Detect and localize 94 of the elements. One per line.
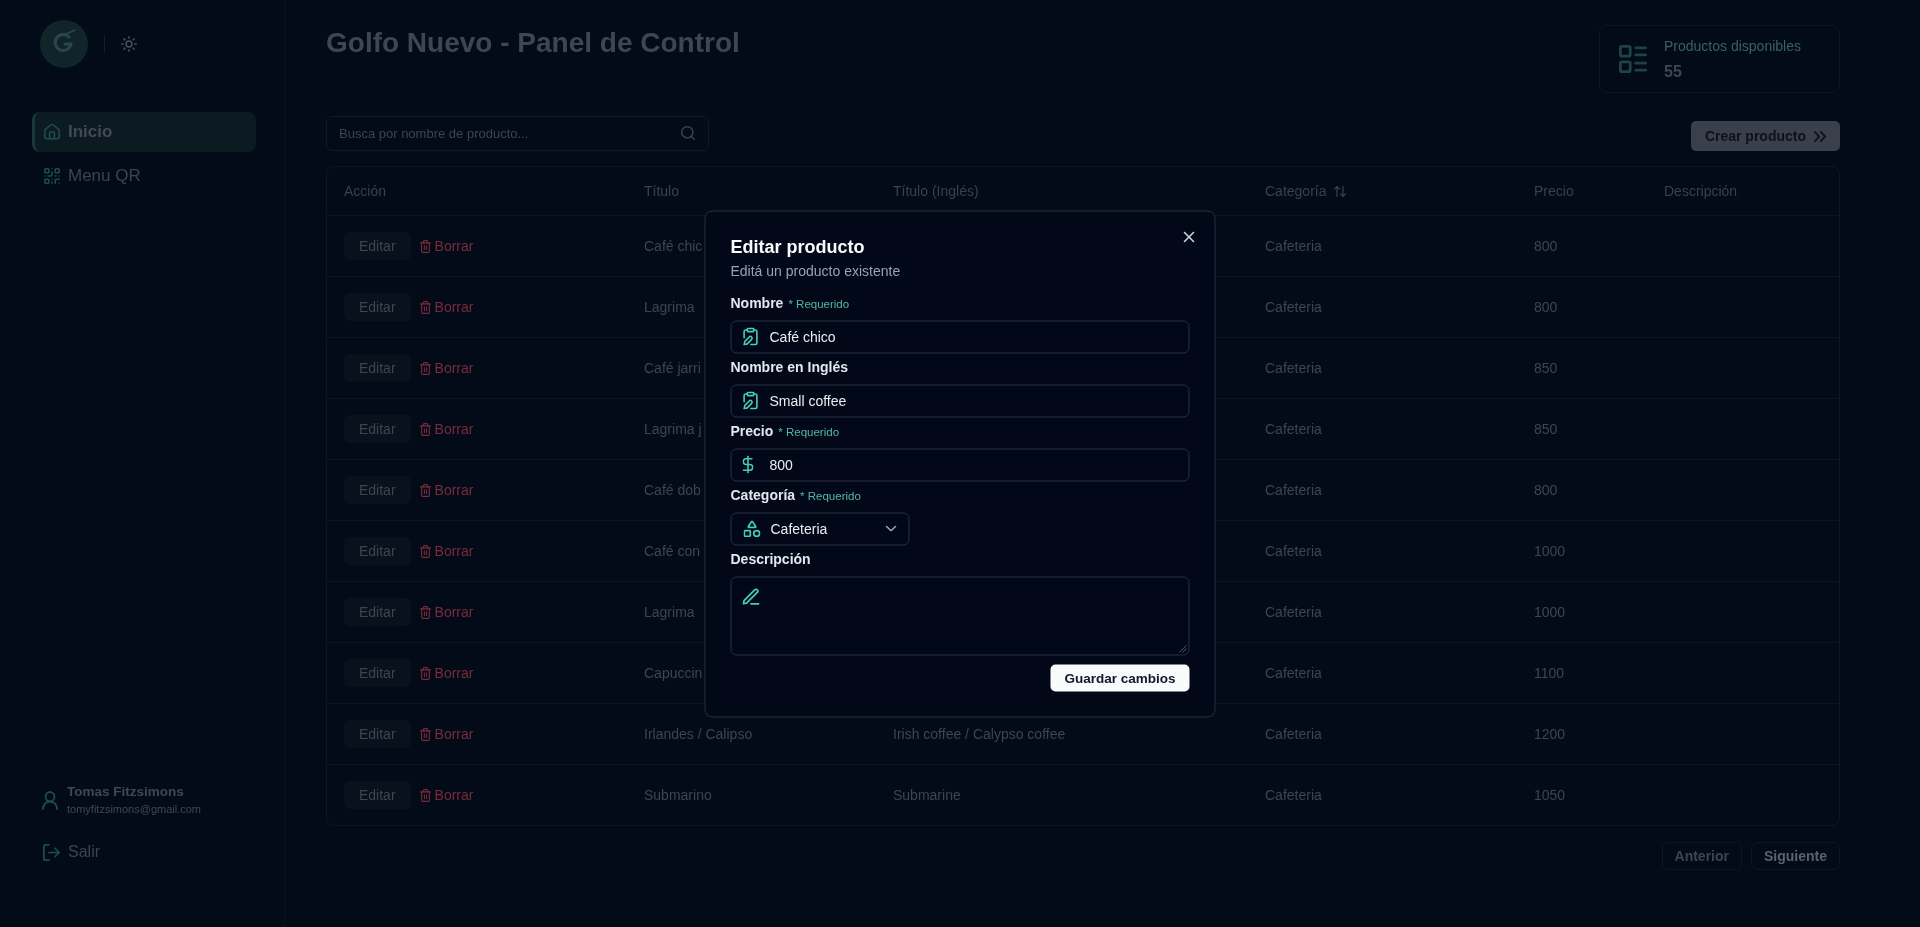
table-cell: Cafeteria bbox=[1265, 482, 1322, 498]
dialog-subtitle: Editá un producto existente bbox=[730, 261, 902, 280]
table-cell: Lagrima bbox=[644, 604, 695, 620]
text-field[interactable]: Café chico bbox=[730, 320, 1190, 353]
table-cell: 1200 bbox=[1534, 726, 1566, 742]
user-icon bbox=[42, 790, 58, 810]
trash-icon bbox=[419, 239, 431, 253]
table-cell: Submarine bbox=[893, 787, 961, 803]
required-note: * Requerido bbox=[788, 297, 850, 309]
table-cell: Cafeteria bbox=[1265, 665, 1322, 681]
trash-icon bbox=[419, 361, 431, 375]
table-cell: 800 bbox=[1534, 238, 1558, 254]
description-field[interactable] bbox=[730, 576, 1190, 655]
table-cell: Cafeteria bbox=[1265, 421, 1322, 437]
table-cell: Cafeteria bbox=[1265, 604, 1322, 620]
delete-button[interactable]: Borrar bbox=[415, 232, 478, 260]
field-label: Nombre en Inglés bbox=[730, 358, 848, 374]
field-label: Categoría bbox=[730, 486, 796, 502]
chevrons-right-icon bbox=[1814, 130, 1826, 142]
home-icon bbox=[44, 124, 60, 140]
user-email: tomyfitzsimons@gmail.com bbox=[67, 802, 202, 817]
delete-button[interactable]: Borrar bbox=[415, 659, 478, 687]
user-name: Tomas Fitzsimons bbox=[67, 783, 185, 801]
delete-button[interactable]: Borrar bbox=[415, 720, 478, 748]
list-icon bbox=[1619, 45, 1647, 73]
delete-button[interactable]: Borrar bbox=[415, 293, 478, 321]
delete-button[interactable]: Borrar bbox=[415, 415, 478, 443]
qr-code-icon bbox=[44, 168, 60, 184]
logo-icon bbox=[40, 20, 88, 68]
table-cell: 1000 bbox=[1534, 543, 1566, 559]
table-cell: 1050 bbox=[1534, 787, 1566, 803]
search-field[interactable]: Busca por nombre de producto... bbox=[326, 116, 709, 151]
sort-icon bbox=[1334, 185, 1347, 197]
field-label: Nombre bbox=[730, 294, 784, 310]
table-cell: Lagrima bbox=[644, 299, 695, 315]
trash-icon bbox=[419, 483, 431, 497]
table-cell: Submarino bbox=[644, 787, 712, 803]
table-cell: Café dob bbox=[644, 482, 701, 498]
text-field[interactable]: Small coffee bbox=[730, 384, 1190, 417]
trash-icon bbox=[419, 544, 431, 558]
logout-link[interactable]: Salir bbox=[32, 843, 100, 861]
table-cell: Cafeteria bbox=[1265, 299, 1322, 315]
save-button[interactable]: Guardar cambios bbox=[1050, 664, 1190, 691]
table-cell: Irish coffee / Calypso coffee bbox=[893, 726, 1066, 742]
clipboard-icon bbox=[742, 327, 759, 346]
delete-button[interactable]: Borrar bbox=[415, 781, 478, 809]
table-cell: Cafeteria bbox=[1265, 360, 1322, 376]
clipboard-icon bbox=[742, 391, 759, 410]
trash-icon bbox=[419, 300, 431, 314]
table-cell: Cafeteria bbox=[1265, 238, 1322, 254]
delete-button[interactable]: Borrar bbox=[415, 537, 478, 565]
delete-button[interactable]: Borrar bbox=[415, 476, 478, 504]
table-cell: Cafeteria bbox=[1265, 787, 1322, 803]
search-icon bbox=[681, 126, 695, 140]
trash-icon bbox=[419, 788, 431, 802]
field-label: Precio bbox=[730, 422, 774, 438]
trash-icon bbox=[419, 422, 431, 436]
table-cell: 850 bbox=[1534, 360, 1558, 376]
table-cell: 800 bbox=[1534, 482, 1558, 498]
required-note: * Requerido bbox=[778, 425, 840, 437]
table-cell: 1100 bbox=[1534, 665, 1565, 681]
table-cell: Café chic bbox=[644, 238, 703, 254]
table-cell: Capuccin bbox=[644, 665, 703, 681]
field-label: Descripción bbox=[730, 550, 811, 566]
table-cell: Café jarri bbox=[644, 360, 701, 376]
table-cell: 1000 bbox=[1534, 604, 1566, 620]
delete-button[interactable]: Borrar bbox=[415, 598, 478, 626]
table-cell: Cafeteria bbox=[1265, 543, 1322, 559]
resize-grip-icon bbox=[1178, 644, 1187, 652]
pencil-icon bbox=[742, 588, 760, 605]
theme-toggle-icon[interactable] bbox=[121, 36, 137, 52]
pagination-button[interactable]: Siguiente bbox=[1751, 842, 1840, 870]
close-icon[interactable] bbox=[1183, 231, 1195, 242]
table-cell: Lagrima j bbox=[644, 421, 702, 437]
stat-value: 55 bbox=[1664, 62, 1683, 82]
delete-button[interactable]: Borrar bbox=[415, 354, 478, 382]
shapes-icon bbox=[743, 520, 761, 537]
trash-icon bbox=[419, 605, 431, 619]
table-cell: Cafeteria bbox=[1265, 726, 1322, 742]
price-field[interactable]: 800 bbox=[730, 448, 1190, 481]
trash-icon bbox=[419, 727, 431, 741]
logout-icon bbox=[43, 843, 60, 861]
chevron-down-icon bbox=[885, 525, 897, 532]
page-title: Golfo Nuevo - Panel de Control bbox=[326, 26, 740, 60]
nav-item[interactable]: Menu QR bbox=[32, 156, 256, 196]
dialog-title: Editar producto bbox=[730, 235, 866, 257]
table-cell: 800 bbox=[1534, 299, 1558, 315]
required-note: * Requerido bbox=[800, 489, 861, 501]
table-cell: Café con bbox=[644, 543, 701, 559]
table-cell: Irlandes / Calipso bbox=[644, 726, 753, 742]
trash-icon bbox=[419, 666, 431, 680]
stat-label: Productos disponibles bbox=[1664, 37, 1801, 56]
dollar-icon bbox=[742, 455, 754, 474]
table-cell: 850 bbox=[1534, 421, 1558, 437]
